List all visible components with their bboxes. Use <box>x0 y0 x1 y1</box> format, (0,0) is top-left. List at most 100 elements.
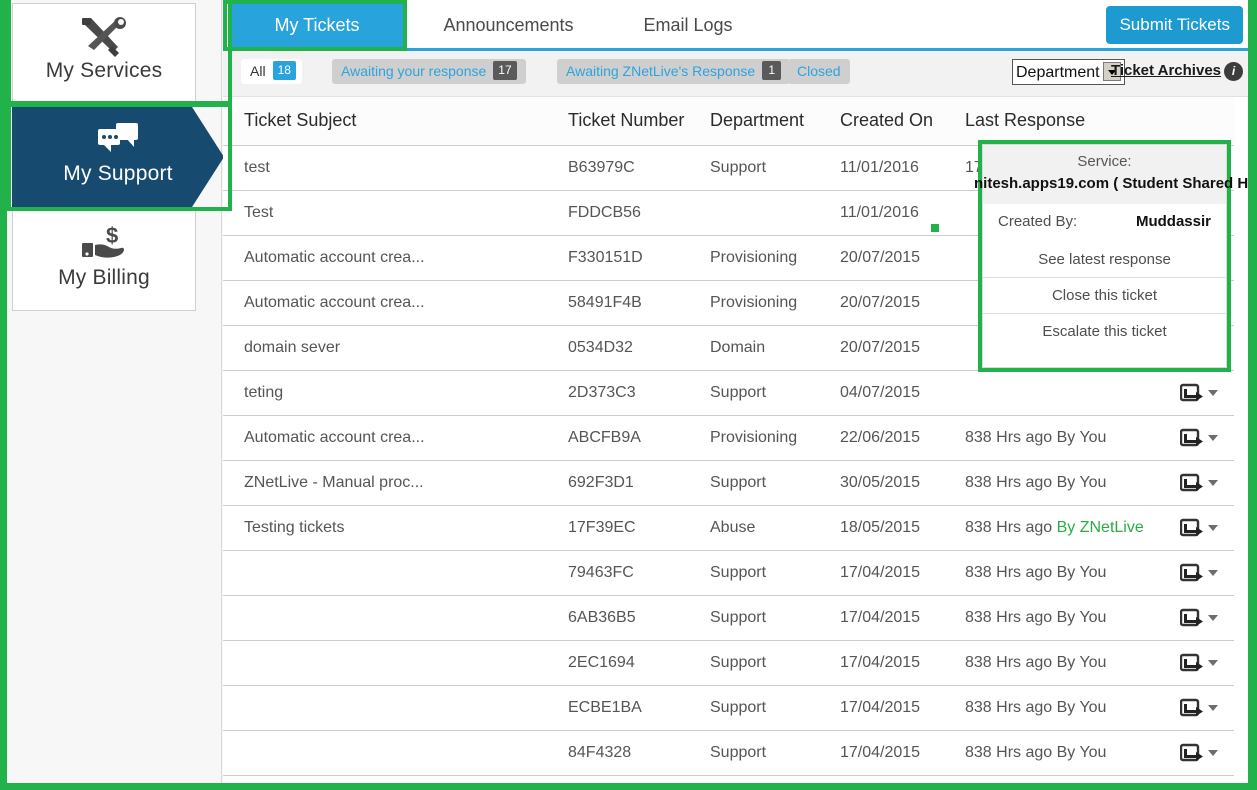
cell-response-time: 838 Hrs ago <box>965 429 1057 446</box>
cell-response-author: By You <box>1056 564 1107 581</box>
ticket-action-icon[interactable] <box>1180 653 1206 673</box>
ticket-action-icon[interactable] <box>1180 698 1206 718</box>
column-header-ticket-subject[interactable]: Ticket Subject <box>223 97 568 146</box>
sidebar-item-my-support[interactable]: My Support <box>12 107 224 207</box>
cell-ticket-subject: teting <box>223 370 568 416</box>
filter-chip-awaiting-znetlive-response[interactable]: Awaiting ZNetLive's Response 1 <box>557 59 791 84</box>
ticket-action-icon[interactable] <box>1180 743 1206 763</box>
sidebar-item-my-services[interactable]: My Services <box>12 3 196 106</box>
annotation-frame-right <box>1248 0 1257 790</box>
tab-bar: My Tickets Announcements Email Logs Subm… <box>223 0 1257 51</box>
cell-response-author: By ZNetLive <box>1056 519 1144 536</box>
popup-created-by-value: Muddassir <box>1135 213 1211 230</box>
cell-department: Abuse <box>710 505 840 551</box>
cell-ticket-number: 84F4328 <box>568 730 710 776</box>
ticket-action-icon[interactable] <box>1180 383 1206 403</box>
cell-created-on: 20/07/2015 <box>840 235 965 281</box>
chevron-down-icon[interactable] <box>1208 705 1218 711</box>
chat-icon <box>12 119 224 163</box>
cell-department: Support <box>710 685 840 731</box>
chevron-down-icon[interactable] <box>1208 525 1218 531</box>
table-row[interactable]: ZNetLive - Manual proc... 692F3D1 Support 3… <box>223 460 1234 506</box>
popup-close-this-ticket[interactable]: Close this ticket <box>983 277 1226 313</box>
column-header-department[interactable]: Department <box>710 97 840 146</box>
cell-actions <box>1180 730 1234 776</box>
cell-ticket-number: B63979C <box>568 145 710 191</box>
cell-ticket-subject: Test <box>223 190 568 236</box>
cell-department: Provisioning <box>710 280 840 326</box>
cell-department <box>710 190 840 236</box>
popup-see-latest-response[interactable]: See latest response <box>983 242 1226 277</box>
cell-created-on: 17/04/2015 <box>840 640 965 686</box>
ticket-archives-link[interactable]: Ticket Archives <box>1111 62 1221 79</box>
ticket-action-icon[interactable] <box>1180 428 1206 448</box>
cell-ticket-number: FDDCB56 <box>568 190 710 236</box>
cell-ticket-number: 2EC1694 <box>568 640 710 686</box>
chevron-down-icon[interactable] <box>1208 480 1218 486</box>
cell-ticket-subject: Automatic account crea... <box>223 415 568 461</box>
chevron-down-icon[interactable] <box>1208 570 1218 576</box>
popup-service-section: Service: nitesh.apps19.com ( Student Sha… <box>974 145 1257 204</box>
cell-actions <box>1180 550 1234 596</box>
ticket-action-icon[interactable] <box>1180 563 1206 583</box>
main-panel: My Tickets Announcements Email Logs Subm… <box>223 0 1257 790</box>
chevron-down-icon[interactable] <box>1208 660 1218 666</box>
cell-actions <box>1180 415 1234 461</box>
cell-department: Support <box>710 145 840 191</box>
ticket-action-icon[interactable] <box>1180 518 1206 538</box>
filter-chip-count: 1 <box>762 61 782 80</box>
table-row[interactable]: 84F4328 Support 17/04/2015 838 Hrs ago By Y… <box>223 730 1234 776</box>
cell-response-author: By You <box>1056 699 1107 716</box>
cell-response-time: 838 Hrs ago <box>965 654 1057 671</box>
table-row[interactable]: 79463FC Support 17/04/2015 838 Hrs ago By Y… <box>223 550 1234 596</box>
tab-announcements[interactable]: Announcements <box>421 3 596 48</box>
cell-department: Provisioning <box>710 235 840 281</box>
cell-created-on: 17/04/2015 <box>840 730 965 776</box>
popup-escalate-this-ticket[interactable]: Escalate this ticket <box>983 313 1226 349</box>
chevron-down-icon[interactable] <box>1208 435 1218 441</box>
table-row[interactable]: teting 2D373C3 Support 04/07/2015 <box>223 370 1234 416</box>
cell-created-on: 22/06/2015 <box>840 415 965 461</box>
table-row[interactable]: 6AB36B5 Support 17/04/2015 838 Hrs ago By Y… <box>223 595 1234 641</box>
sidebar-item-my-billing[interactable]: $ My Billing <box>12 208 196 311</box>
info-icon[interactable]: i <box>1224 62 1243 81</box>
chevron-down-icon[interactable] <box>1208 750 1218 756</box>
sidebar: My Services My Support $ My Billing <box>7 0 232 790</box>
cell-actions <box>1180 595 1234 641</box>
annotation-frame-bottom <box>0 783 1257 790</box>
cell-created-on: 20/07/2015 <box>840 280 965 326</box>
cell-actions <box>1180 460 1234 506</box>
cell-response-author: By You <box>1056 609 1107 626</box>
tab-email-logs[interactable]: Email Logs <box>613 3 763 48</box>
annotation-frame-left <box>0 0 7 790</box>
cell-created-on: 20/07/2015 <box>840 325 965 371</box>
cell-actions <box>1180 505 1234 551</box>
cell-last-response: 838 Hrs ago By You <box>965 730 1180 776</box>
table-row[interactable]: ECBE1BA Support 17/04/2015 838 Hrs ago By Y… <box>223 685 1234 731</box>
chevron-down-icon[interactable] <box>1208 615 1218 621</box>
table-row[interactable]: 2EC1694 Support 17/04/2015 838 Hrs ago By Y… <box>223 640 1234 686</box>
submit-tickets-button[interactable]: Submit Tickets <box>1106 6 1243 44</box>
table-row[interactable]: Testing tickets 17F39EC Abuse 18/05/2015 838… <box>223 505 1234 551</box>
ticket-action-icon[interactable] <box>1180 473 1206 493</box>
filter-chip-awaiting-your-response[interactable]: Awaiting your response 17 <box>332 59 526 84</box>
cell-response-time: 838 Hrs ago <box>965 564 1057 581</box>
table-row[interactable]: Automatic account crea... ABCFB9A Provisio… <box>223 415 1234 461</box>
cell-response-time: 838 Hrs ago <box>965 744 1057 761</box>
cell-last-response: 838 Hrs ago By You <box>965 595 1180 641</box>
column-header-ticket-number[interactable]: Ticket Number <box>568 97 710 146</box>
column-header-actions <box>1180 97 1234 146</box>
cell-created-on: 17/04/2015 <box>840 685 965 731</box>
sidebar-item-label: My Support <box>63 162 173 185</box>
filter-chip-count: 18 <box>272 61 296 80</box>
chevron-down-icon[interactable] <box>1208 390 1218 396</box>
cell-ticket-number: 692F3D1 <box>568 460 710 506</box>
column-header-last-response[interactable]: Last Response <box>965 97 1180 146</box>
column-header-created-on[interactable]: Created On <box>840 97 965 146</box>
filter-chip-closed[interactable]: Closed <box>788 59 850 84</box>
cell-actions <box>1180 370 1234 416</box>
cell-department: Support <box>710 730 840 776</box>
ticket-action-icon[interactable] <box>1180 608 1206 628</box>
filter-chip-all[interactable]: All 18 <box>241 59 302 84</box>
tab-my-tickets[interactable]: My Tickets <box>229 3 405 48</box>
